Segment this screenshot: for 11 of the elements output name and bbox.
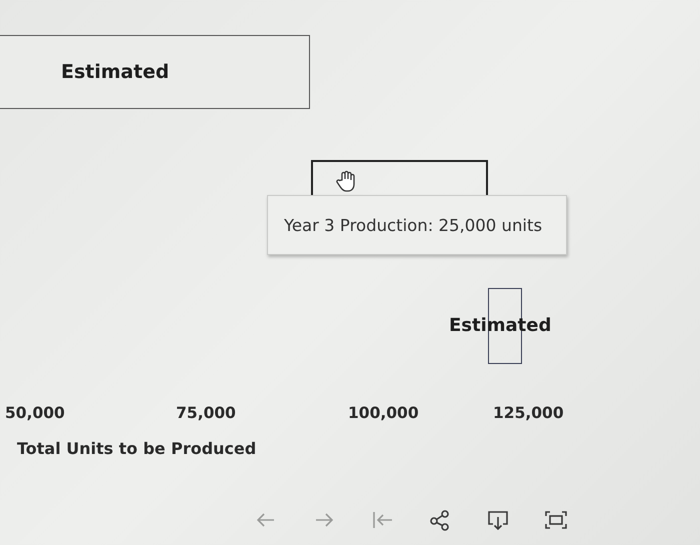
axis-tick-label: 50,000 xyxy=(5,404,65,422)
toolbar-button[interactable] xyxy=(542,508,570,532)
fullscreen-icon xyxy=(544,509,568,531)
axis-tick-label: 125,000 xyxy=(493,404,564,422)
axis-title: Total Units to be Produced xyxy=(17,439,256,458)
download-icon xyxy=(486,509,510,531)
axis-tick-label: 75,000 xyxy=(176,404,236,422)
legend-label: Estimated xyxy=(61,61,170,83)
revert-icon xyxy=(370,509,394,531)
axis-tick-label: 100,000 xyxy=(348,404,419,422)
tooltip-text: Year 3 Production: 25,000 units xyxy=(284,216,542,234)
